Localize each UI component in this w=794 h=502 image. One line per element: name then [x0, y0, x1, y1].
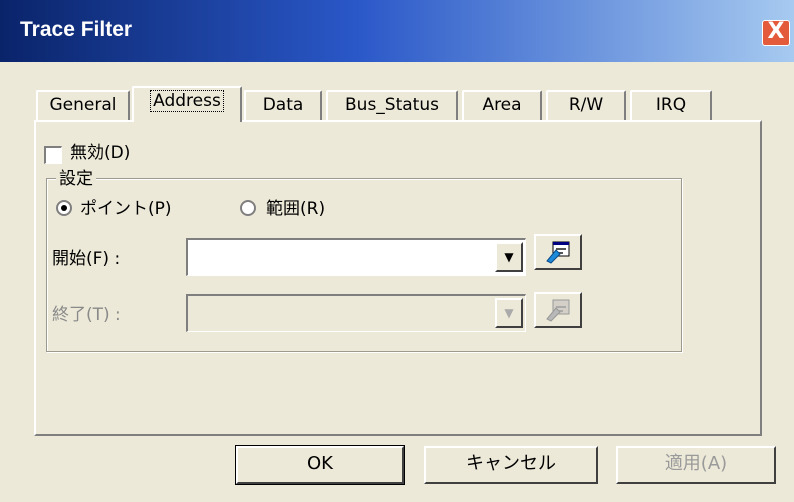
dropdown-arrow-icon[interactable]: ▼ — [495, 242, 523, 272]
symbol-picker-icon — [546, 299, 570, 322]
start-symbol-button[interactable] — [534, 234, 582, 270]
tab-rw[interactable]: R/W — [546, 90, 626, 120]
settings-group-label: 設定 — [56, 164, 96, 189]
end-label: 終了(T) : — [52, 305, 121, 325]
start-label: 開始(F) : — [52, 249, 121, 269]
window-title: Trace Filter — [20, 18, 133, 41]
apply-button[interactable]: 適用(A) — [616, 446, 776, 484]
point-radio-label[interactable]: ポイント(P) — [80, 194, 172, 219]
dropdown-arrow-icon[interactable]: ▼ — [495, 298, 523, 328]
ok-button[interactable]: OK — [235, 445, 405, 485]
tab-address[interactable]: Address — [132, 86, 242, 122]
title-bar[interactable]: Trace Filter X — [0, 0, 794, 62]
range-radio-label[interactable]: 範囲(R) — [266, 194, 325, 219]
close-button[interactable]: X — [762, 20, 790, 46]
tab-irq[interactable]: IRQ — [630, 90, 712, 120]
end-address-combo[interactable]: ▼ — [186, 294, 526, 332]
cancel-button[interactable]: キャンセル — [424, 446, 598, 484]
end-symbol-button[interactable] — [534, 292, 582, 328]
tab-general[interactable]: General — [36, 90, 130, 120]
disable-checkbox-label[interactable]: 無効(D) — [70, 138, 130, 163]
symbol-picker-icon — [546, 241, 570, 264]
point-radio[interactable] — [56, 200, 72, 216]
radio-selected-dot — [61, 205, 67, 211]
tab-area[interactable]: Area — [462, 90, 542, 120]
disable-checkbox[interactable] — [44, 146, 62, 164]
tab-bus-status[interactable]: Bus_Status — [326, 90, 458, 120]
tab-address-label: Address — [150, 90, 224, 112]
tab-data[interactable]: Data — [244, 90, 322, 120]
start-address-combo[interactable]: ▼ — [186, 238, 526, 276]
range-radio[interactable] — [240, 200, 256, 216]
